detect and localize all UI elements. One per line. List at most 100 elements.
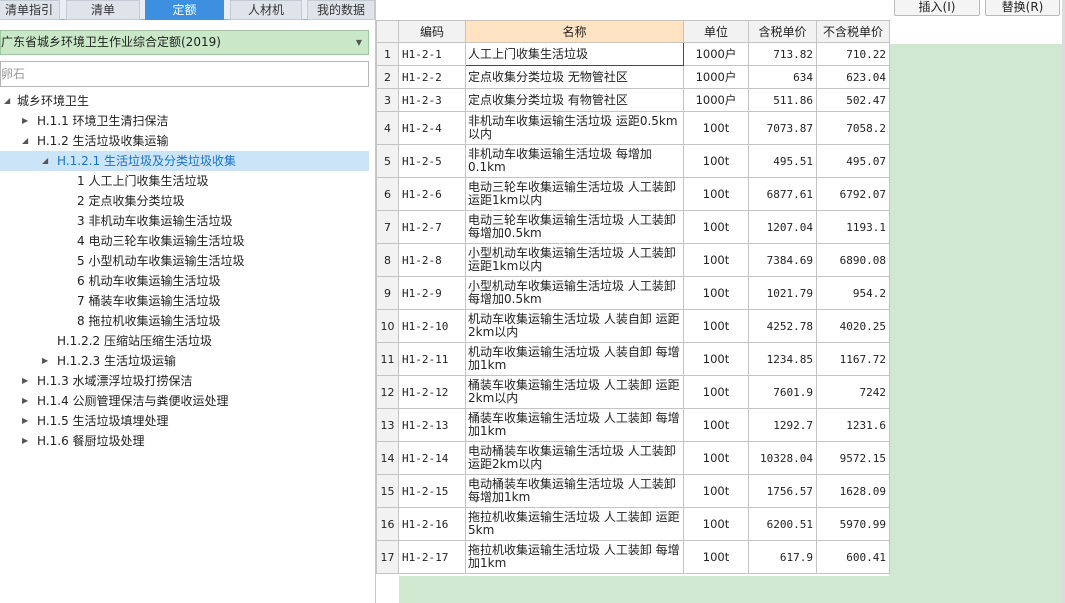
tree-collapsed-icon[interactable]: ▶ xyxy=(22,431,28,451)
chevron-down-icon[interactable]: ▼ xyxy=(356,31,362,54)
name-cell[interactable]: 非机动车收集运输生活垃圾 运距0.5km以内 xyxy=(465,111,684,145)
price-without-tax-cell[interactable]: 954.2 xyxy=(816,276,890,310)
col-header-price-without-tax[interactable]: 不含税单价 xyxy=(816,20,890,43)
price-with-tax-cell[interactable]: 6877.61 xyxy=(748,177,817,211)
name-cell[interactable]: 机动车收集运输生活垃圾 人装自卸 每增加1km xyxy=(465,342,684,376)
unit-cell[interactable]: 100t xyxy=(683,408,749,442)
table-row[interactable]: 12 H1-2-12 桶装车收集运输生活垃圾 人工装卸 运距2km以内 100t 760… xyxy=(376,375,890,409)
unit-cell[interactable]: 100t xyxy=(683,144,749,178)
price-with-tax-cell[interactable]: 495.51 xyxy=(748,144,817,178)
price-without-tax-cell[interactable]: 1628.09 xyxy=(816,474,890,508)
code-cell[interactable]: H1-2-1 xyxy=(398,42,466,66)
tree-collapsed-icon[interactable]: ▶ xyxy=(22,371,28,391)
code-cell[interactable]: H1-2-9 xyxy=(398,276,466,310)
table-row[interactable]: 13 H1-2-13 桶装车收集运输生活垃圾 人工装卸 每增加1km 100t 1292… xyxy=(376,408,890,442)
price-with-tax-cell[interactable]: 6200.51 xyxy=(748,507,817,541)
unit-cell[interactable]: 100t xyxy=(683,309,749,343)
code-cell[interactable]: H1-2-12 xyxy=(398,375,466,409)
code-cell[interactable]: H1-2-10 xyxy=(398,309,466,343)
table-row[interactable]: 7 H1-2-7 电动三轮车收集运输生活垃圾 人工装卸每增加0.5km 100t 120… xyxy=(376,210,890,244)
row-number[interactable]: 8 xyxy=(376,243,399,277)
price-with-tax-cell[interactable]: 10328.04 xyxy=(748,441,817,475)
tree-node-selected[interactable]: ◢ H.1.2.1 生活垃圾及分类垃圾收集 xyxy=(0,151,369,171)
row-number[interactable]: 4 xyxy=(376,111,399,145)
quota-library-select[interactable]: 广东省城乡环境卫生作业综合定额(2019) ▼ xyxy=(0,30,369,55)
name-cell[interactable]: 机动车收集运输生活垃圾 人装自卸 运距2km以内 xyxy=(465,309,684,343)
code-cell[interactable]: H1-2-7 xyxy=(398,210,466,244)
price-without-tax-cell[interactable]: 710.22 xyxy=(816,42,890,66)
tree-node[interactable]: 6 机动车收集运输生活垃圾 xyxy=(0,271,369,291)
code-cell[interactable]: H1-2-11 xyxy=(398,342,466,376)
price-with-tax-cell[interactable]: 4252.78 xyxy=(748,309,817,343)
unit-cell[interactable]: 100t xyxy=(683,342,749,376)
price-with-tax-cell[interactable]: 1292.7 xyxy=(748,408,817,442)
tree-node[interactable]: 1 人工上门收集生活垃圾 xyxy=(0,171,369,191)
price-with-tax-cell[interactable]: 1234.85 xyxy=(748,342,817,376)
price-without-tax-cell[interactable]: 7242 xyxy=(816,375,890,409)
unit-cell[interactable]: 100t xyxy=(683,276,749,310)
price-without-tax-cell[interactable]: 502.47 xyxy=(816,88,890,112)
price-with-tax-cell[interactable]: 1021.79 xyxy=(748,276,817,310)
unit-cell[interactable]: 100t xyxy=(683,507,749,541)
tree-node[interactable]: 7 桶装车收集运输生活垃圾 xyxy=(0,291,369,311)
insert-button[interactable]: 插入(I) xyxy=(894,0,980,16)
price-without-tax-cell[interactable]: 6792.07 xyxy=(816,177,890,211)
row-number[interactable]: 13 xyxy=(376,408,399,442)
price-with-tax-cell[interactable]: 511.86 xyxy=(748,88,817,112)
price-without-tax-cell[interactable]: 1231.6 xyxy=(816,408,890,442)
col-header-price-with-tax[interactable]: 含税单价 xyxy=(748,20,817,43)
name-cell[interactable]: 电动三轮车收集运输生活垃圾 人工装卸每增加0.5km xyxy=(465,210,684,244)
price-without-tax-cell[interactable]: 5970.99 xyxy=(816,507,890,541)
code-cell[interactable]: H1-2-17 xyxy=(398,540,466,574)
price-with-tax-cell[interactable]: 1756.57 xyxy=(748,474,817,508)
code-cell[interactable]: H1-2-2 xyxy=(398,65,466,89)
code-cell[interactable]: H1-2-3 xyxy=(398,88,466,112)
unit-cell[interactable]: 100t xyxy=(683,375,749,409)
unit-cell[interactable]: 100t xyxy=(683,177,749,211)
price-with-tax-cell[interactable]: 7384.69 xyxy=(748,243,817,277)
code-cell[interactable]: H1-2-5 xyxy=(398,144,466,178)
tree-node[interactable]: ▶ H.1.5 生活垃圾填埋处理 xyxy=(0,411,369,431)
table-row[interactable]: 15 H1-2-15 电动桶装车收集运输生活垃圾 人工装卸每增加1km 100t 175… xyxy=(376,474,890,508)
price-with-tax-cell[interactable]: 713.82 xyxy=(748,42,817,66)
name-cell[interactable]: 桶装车收集运输生活垃圾 人工装卸 运距2km以内 xyxy=(465,375,684,409)
tree-expanded-icon[interactable]: ◢ xyxy=(22,131,28,151)
price-with-tax-cell[interactable]: 1207.04 xyxy=(748,210,817,244)
price-without-tax-cell[interactable]: 623.04 xyxy=(816,65,890,89)
tree-expanded-icon[interactable]: ◢ xyxy=(4,91,10,111)
table-row[interactable]: 4 H1-2-4 非机动车收集运输生活垃圾 运距0.5km以内 100t 7073.87… xyxy=(376,111,890,145)
price-with-tax-cell[interactable]: 634 xyxy=(748,65,817,89)
tree-collapsed-icon[interactable]: ▶ xyxy=(22,111,28,131)
price-without-tax-cell[interactable]: 1167.72 xyxy=(816,342,890,376)
tab-bill-guide[interactable]: 清单指引 xyxy=(0,0,60,20)
unit-cell[interactable]: 1000户 xyxy=(683,88,749,112)
name-cell[interactable]: 电动桶装车收集运输生活垃圾 人工装卸每增加1km xyxy=(465,474,684,508)
table-row[interactable]: 11 H1-2-11 机动车收集运输生活垃圾 人装自卸 每增加1km 100t 1234… xyxy=(376,342,890,376)
price-without-tax-cell[interactable]: 495.07 xyxy=(816,144,890,178)
col-header-row-number[interactable] xyxy=(376,20,399,43)
row-number[interactable]: 2 xyxy=(376,65,399,89)
tree-node[interactable]: ◢ H.1.2 生活垃圾收集运输 xyxy=(0,131,369,151)
row-number[interactable]: 17 xyxy=(376,540,399,574)
tree-collapsed-icon[interactable]: ▶ xyxy=(22,391,28,411)
tree-node[interactable]: ▶ H.1.3 水域漂浮垃圾打捞保洁 xyxy=(0,371,369,391)
table-row[interactable]: 17 H1-2-17 拖拉机收集运输生活垃圾 人工装卸 每增加1km 100t 617.… xyxy=(376,540,890,574)
table-row[interactable]: 14 H1-2-14 电动桶装车收集运输生活垃圾 人工装卸运距2km以内 100t 10… xyxy=(376,441,890,475)
table-row[interactable]: 5 H1-2-5 非机动车收集运输生活垃圾 每增加0.1km 100t 495.51 49… xyxy=(376,144,890,178)
col-header-unit[interactable]: 单位 xyxy=(683,20,749,43)
price-without-tax-cell[interactable]: 4020.25 xyxy=(816,309,890,343)
code-cell[interactable]: H1-2-6 xyxy=(398,177,466,211)
table-row[interactable]: 1 H1-2-1 人工上门收集生活垃圾 1000户 713.82 710.22 xyxy=(376,42,890,66)
tree-expanded-icon[interactable]: ◢ xyxy=(42,151,48,171)
unit-cell[interactable]: 1000户 xyxy=(683,42,749,66)
row-number[interactable]: 9 xyxy=(376,276,399,310)
price-with-tax-cell[interactable]: 7601.9 xyxy=(748,375,817,409)
code-cell[interactable]: H1-2-16 xyxy=(398,507,466,541)
price-with-tax-cell[interactable]: 7073.87 xyxy=(748,111,817,145)
name-cell[interactable]: 小型机动车收集运输生活垃圾 人工装卸运距1km以内 xyxy=(465,243,684,277)
row-number[interactable]: 7 xyxy=(376,210,399,244)
row-number[interactable]: 1 xyxy=(376,42,399,66)
code-cell[interactable]: H1-2-14 xyxy=(398,441,466,475)
tree-node[interactable]: ▶ H.1.6 餐厨垃圾处理 xyxy=(0,431,369,451)
tree-node[interactable]: 8 拖拉机收集运输生活垃圾 xyxy=(0,311,369,331)
